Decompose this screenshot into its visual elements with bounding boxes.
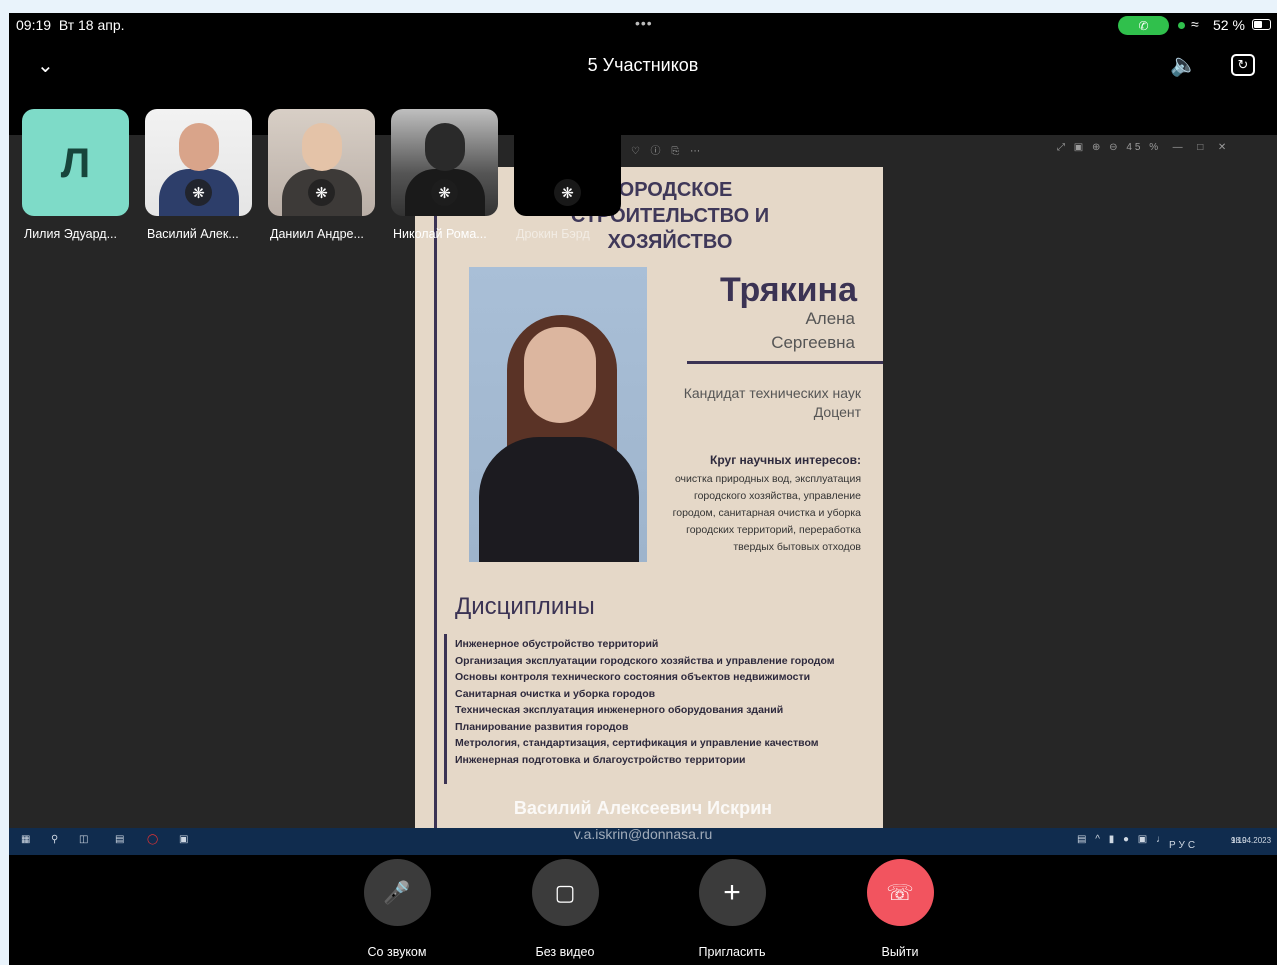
mic-in-use-dot	[1178, 22, 1185, 29]
disciplines-list: Инженерное обустройство территорий Орган…	[455, 636, 880, 768]
leave-label: Выйти	[881, 945, 919, 959]
surname: Трякина	[720, 271, 857, 309]
participant-name: Василий Алек...	[147, 227, 239, 241]
video-off-icon[interactable]: ▢	[531, 859, 599, 926]
interests-title: Круг научных интересов:	[710, 453, 861, 467]
hang-up-icon[interactable]: ☏	[866, 859, 934, 926]
patronymic: Сергеевна	[771, 333, 855, 352]
active-call-pill[interactable]: ✆	[1118, 16, 1169, 35]
participant-name: Лилия Эдуард...	[24, 227, 118, 241]
camera-switch-icon[interactable]: ↻	[1231, 54, 1255, 76]
academic-position: Доцент	[813, 404, 861, 420]
mic-muted-icon: ❋	[554, 179, 581, 206]
participant-tile[interactable]: ❋	[514, 109, 621, 216]
discipline-item: Инженерное обустройство территорий	[455, 638, 659, 650]
discipline-item: Метрология, стандартизация, сертификация…	[455, 737, 819, 749]
document-page: ГОРОДСКОЕ СТРОИТЕЛЬСТВО И ХОЗЯЙСТВО Тряк…	[415, 167, 883, 847]
participant-name: Дрокин Бэрд	[516, 227, 590, 241]
speaker-icon[interactable]: 🔈	[1170, 52, 1197, 78]
discipline-item: Техническая эксплуатация инженерного обо…	[455, 704, 784, 716]
battery-percent: 52 %	[1213, 17, 1245, 33]
shared-screen: □ ♡ ⓘ ⎘ ⋯ ⤢ ▣ ⊕ ⊖ 45 % — □ ✕ ГОРОДСКОЕ С…	[9, 135, 1277, 855]
zoom-level: 45 %	[1126, 142, 1162, 153]
presenter-email: v.a.iskrin@donnasa.ru	[573, 826, 713, 842]
discipline-item: Планирование развития городов	[455, 720, 629, 733]
presenter-name: Василий Алексеевич Искрин	[513, 798, 773, 818]
multitasking-dots[interactable]: •••	[635, 15, 653, 31]
plus-icon[interactable]: +	[698, 859, 766, 926]
name-divider	[687, 361, 883, 364]
academic-degree: Кандидат технических наук	[683, 385, 861, 401]
first-name: Алена	[805, 309, 855, 328]
discipline-item: Основы контроля технического состояния о…	[455, 671, 811, 683]
audio-button[interactable]: 🎤 Со звуком	[352, 855, 442, 959]
discipline-item: Санитарная очистка и уборка городов	[455, 687, 656, 700]
page-rule	[434, 205, 437, 847]
call-controls: 🎤 Со звуком ▢ Без видео + Пригласить ☏ В…	[9, 855, 1277, 965]
invite-button[interactable]: + Пригласить	[687, 855, 777, 959]
audio-label: Со звуком	[367, 945, 427, 959]
discipline-item: Организация эксплуатации городского хозя…	[455, 654, 835, 667]
participant-name: Даниил Андре...	[270, 227, 364, 241]
invite-label: Пригласить	[698, 945, 766, 959]
portrait-photo	[469, 267, 647, 562]
phone-icon: ✆	[1138, 18, 1149, 33]
viewer-tool-icons: □ ♡ ⓘ ⎘ ⋯	[614, 146, 705, 157]
mic-muted-icon: ❋	[185, 179, 212, 206]
participant-tile[interactable]: ❋	[391, 109, 498, 216]
disciplines-title: Дисциплины	[455, 593, 595, 620]
video-label: Без видео	[535, 945, 595, 959]
wifi-icon: ≈	[1191, 16, 1199, 32]
disciplines-rule	[444, 634, 447, 784]
interests-text: очистка природных вод, эксплуатация горо…	[672, 473, 861, 553]
status-time: 09:19 Вт 18 апр.	[16, 17, 125, 33]
leave-button[interactable]: ☏ Выйти	[855, 855, 945, 959]
participant-tile[interactable]: ❋	[145, 109, 252, 216]
video-button[interactable]: ▢ Без видео	[520, 855, 610, 959]
participant-tile[interactable]: ❋	[268, 109, 375, 216]
participants-title[interactable]: 5 Участников	[9, 55, 1277, 76]
mic-muted-icon: ❋	[431, 179, 458, 206]
battery-icon	[1252, 19, 1271, 30]
participant-name: Николай Рома...	[393, 227, 487, 241]
participant-initial: Л	[60, 138, 91, 186]
mic-muted-icon: ❋	[308, 179, 335, 206]
ipad-screen: 09:19 Вт 18 апр. ••• ✆ ≈ 52 % ⌄ 5 Участн…	[9, 13, 1277, 965]
participant-tile[interactable]: Л	[22, 109, 129, 216]
microphone-icon[interactable]: 🎤	[363, 859, 431, 926]
discipline-item: Инженерная подготовка и благоустройство …	[455, 753, 746, 766]
viewer-zoom-controls: ⤢ ▣ ⊕ ⊖ 45 % — □ ✕	[1057, 142, 1230, 153]
